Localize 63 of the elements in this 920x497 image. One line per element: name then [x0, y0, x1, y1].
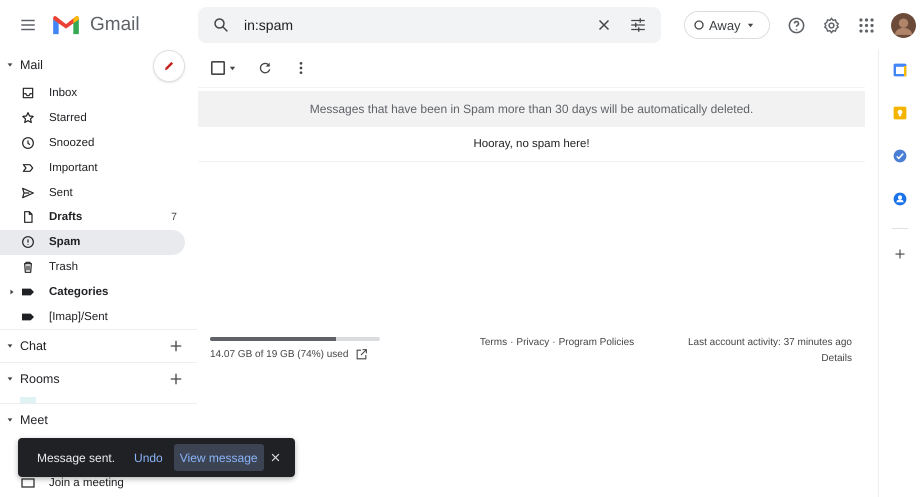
- inbox-icon: [20, 85, 36, 102]
- section-title: Rooms: [20, 372, 60, 386]
- details-link[interactable]: Details: [821, 353, 852, 364]
- status-button[interactable]: Away: [684, 11, 770, 39]
- refresh-icon[interactable]: [257, 60, 273, 76]
- spam-icon: [20, 234, 36, 250]
- select-checkbox[interactable]: [210, 60, 226, 76]
- app-name: Gmail: [90, 14, 140, 36]
- empty-message: Hooray, no spam here!: [473, 138, 590, 150]
- sidebar-item[interactable]: Join a meeting: [0, 470, 185, 496]
- calendar-icon[interactable]: [892, 62, 908, 78]
- section-title: Mail: [20, 58, 43, 72]
- close-icon[interactable]: [270, 452, 281, 463]
- snackbar-action[interactable]: View message: [174, 444, 264, 471]
- sidebar-item[interactable]: Starred: [0, 106, 185, 131]
- apps-grid-icon[interactable]: [856, 16, 876, 34]
- snackbar-action[interactable]: Undo: [128, 444, 169, 471]
- search-icon[interactable]: [212, 16, 230, 34]
- collapse-caret-icon[interactable]: [6, 416, 14, 424]
- snackbar-message: Message sent.: [37, 450, 116, 464]
- section-title: Meet: [20, 412, 48, 427]
- help-icon[interactable]: [786, 16, 806, 34]
- footer-link[interactable]: Privacy: [516, 337, 550, 364]
- expand-caret-icon[interactable]: [8, 288, 16, 296]
- sidebar-item[interactable]: Spam: [0, 230, 185, 255]
- footer-link[interactable]: Program Policies: [558, 337, 634, 364]
- collapse-caret-icon[interactable]: [6, 61, 14, 69]
- collapse-caret-icon[interactable]: [6, 374, 14, 383]
- sidebar-item[interactable]: Important: [0, 155, 185, 180]
- search-query[interactable]: in:spam: [244, 17, 294, 33]
- sidebar-item[interactable]: Sent: [0, 180, 185, 205]
- caret-icon: [746, 20, 755, 30]
- collapse-caret-icon[interactable]: [6, 342, 14, 350]
- add-icon[interactable]: [169, 372, 183, 386]
- send-icon: [20, 184, 36, 201]
- compose-button[interactable]: [153, 50, 185, 82]
- search-field[interactable]: in:spam: [198, 7, 661, 43]
- link-separator: ·: [552, 337, 556, 350]
- status-ring-icon: [694, 20, 704, 30]
- sidebar-item[interactable]: Categories: [0, 279, 185, 304]
- clock-icon: [20, 134, 36, 151]
- sidebar-item[interactable]: Snoozed: [0, 130, 185, 156]
- add-icon[interactable]: [169, 338, 183, 353]
- caret-icon[interactable]: [228, 64, 237, 72]
- sidebar-item[interactable]: [Imap]/Sent: [0, 304, 185, 329]
- settings-icon[interactable]: [822, 16, 841, 34]
- spam-notice: Messages that have been in Spam more than 30 days will be automatically deleted.: [198, 91, 865, 127]
- footer-link[interactable]: Terms: [480, 337, 508, 364]
- sidebar-item[interactable]: Drafts 7: [0, 204, 185, 230]
- gmail-logo-icon[interactable]: [51, 14, 81, 36]
- storage-text: 14.07 GB of 19 GB (74%) used: [210, 349, 348, 360]
- section-title: Chat: [20, 338, 46, 353]
- contacts-icon[interactable]: [892, 191, 908, 207]
- pencil-icon: [162, 59, 176, 73]
- filter-options-icon[interactable]: [629, 16, 647, 34]
- add-icon[interactable]: [894, 248, 906, 260]
- open-external-icon[interactable]: [355, 348, 368, 361]
- avatar[interactable]: [890, 12, 916, 38]
- account-activity: Last account activity: 37 minutes ago: [688, 337, 852, 348]
- tasks-icon[interactable]: [892, 148, 908, 164]
- sidebar-item[interactable]: Inbox: [0, 81, 185, 106]
- link-separator: ·: [510, 337, 514, 350]
- sidebar-item[interactable]: Trash: [0, 254, 185, 280]
